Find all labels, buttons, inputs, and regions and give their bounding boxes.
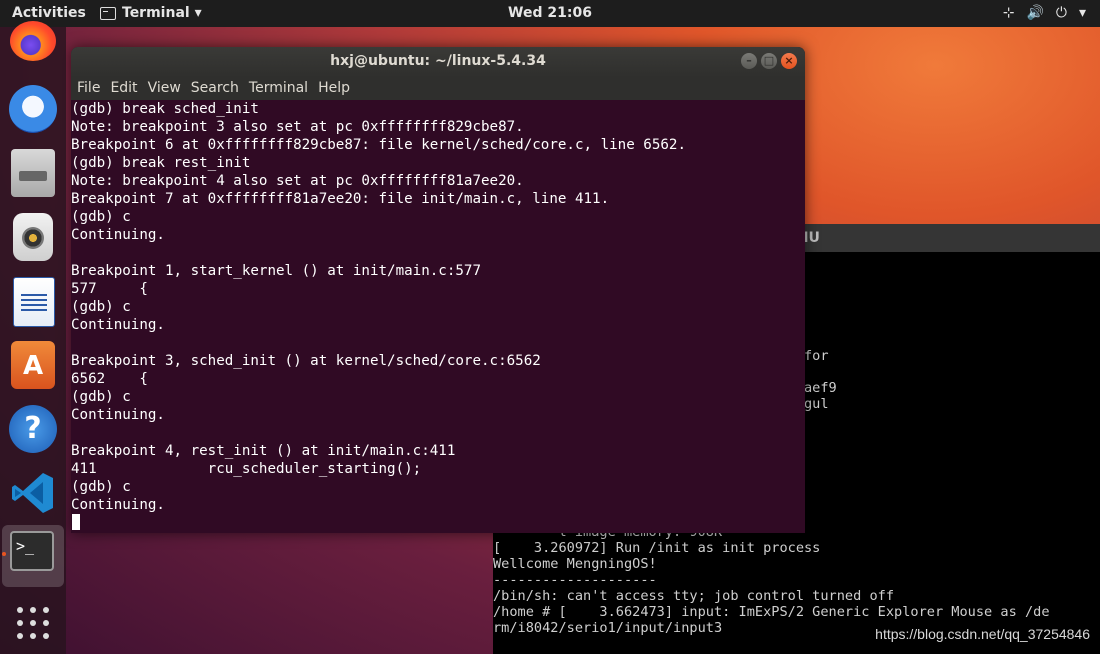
rhythmbox-icon[interactable] xyxy=(13,213,53,261)
window-title: hxj@ubuntu: ~/linux-5.4.34 xyxy=(330,53,546,69)
terminal-line: Continuing. xyxy=(71,407,165,423)
terminal-line: 6562 { xyxy=(71,371,148,387)
terminal-line: Breakpoint 6 at 0xffffffff829cbe87: file… xyxy=(71,137,686,153)
minimize-button[interactable]: – xyxy=(741,53,757,69)
menu-terminal[interactable]: Terminal xyxy=(249,77,308,100)
vscode-logo xyxy=(12,473,53,513)
maximize-button[interactable]: □ xyxy=(761,53,777,69)
terminal-menubar: File Edit View Search Terminal Help xyxy=(71,77,805,100)
terminal-line: Breakpoint 4, rest_init () at init/main.… xyxy=(71,443,456,459)
window-controls: – □ × xyxy=(741,53,797,69)
terminal-line: Breakpoint 1, start_kernel () at init/ma… xyxy=(71,263,481,279)
terminal-line: Continuing. xyxy=(71,227,165,243)
terminal-line: (gdb) c xyxy=(71,209,131,225)
terminal-line: Continuing. xyxy=(71,317,165,333)
network-icon: ⊹ xyxy=(1002,5,1015,21)
help-icon[interactable]: ? xyxy=(9,405,57,453)
top-bar: Activities Terminal ▾ Wed 21:06 ⊹ 🔊 ⏻ ▾ xyxy=(0,0,1100,27)
show-applications-icon[interactable] xyxy=(9,599,57,647)
clock[interactable]: Wed 21:06 xyxy=(0,5,1100,21)
thunderbird-icon[interactable] xyxy=(9,85,57,133)
terminal-icon[interactable]: >_ xyxy=(10,531,54,571)
menu-help[interactable]: Help xyxy=(318,77,350,100)
dock: A ? >_ xyxy=(0,21,66,654)
qemu-console-line: /bin/sh: can't access tty; job control t… xyxy=(493,588,895,604)
terminal-line: (gdb) c xyxy=(71,299,131,315)
firefox-icon[interactable] xyxy=(10,21,56,61)
watermark: https://blog.csdn.net/qq_37254846 xyxy=(875,626,1090,642)
terminal-output[interactable]: (gdb) break sched_init Note: breakpoint 3… xyxy=(71,100,805,533)
terminal-line: Continuing. xyxy=(71,497,165,513)
terminal-line: 577 { xyxy=(71,281,148,297)
menu-view[interactable]: View xyxy=(148,77,181,100)
close-button[interactable]: × xyxy=(781,53,797,69)
tray-menu-arrow-icon: ▾ xyxy=(1078,5,1086,21)
terminal-line: (gdb) break rest_init xyxy=(71,155,251,171)
vscode-icon[interactable] xyxy=(9,469,57,517)
menu-file[interactable]: File xyxy=(77,77,100,100)
menu-edit[interactable]: Edit xyxy=(110,77,137,100)
terminal-window[interactable]: hxj@ubuntu: ~/linux-5.4.34 – □ × File Edi… xyxy=(71,47,805,533)
terminal-line: Note: breakpoint 4 also set at pc 0xffff… xyxy=(71,173,524,189)
terminal-line: Note: breakpoint 3 also set at pc 0xffff… xyxy=(71,119,524,135)
terminal-line: (gdb) c xyxy=(71,479,131,495)
files-icon[interactable] xyxy=(11,149,55,197)
qemu-console-line: [ 3.260972] Run /init as init process xyxy=(493,540,821,556)
terminal-line: Breakpoint 7 at 0xffffffff81a7ee20: file… xyxy=(71,191,610,207)
running-indicator xyxy=(2,552,6,556)
volume-icon: 🔊 xyxy=(1026,5,1044,21)
power-icon: ⏻ xyxy=(1055,5,1067,21)
terminal-line: (gdb) break sched_init xyxy=(71,101,259,117)
system-tray[interactable]: ⊹ 🔊 ⏻ ▾ xyxy=(1003,5,1086,21)
qemu-console-line: /home # [ 3.662473] input: ImExPS/2 Gene… xyxy=(493,604,1050,620)
prompt-line xyxy=(71,514,805,532)
qemu-console-line: -------------------- xyxy=(493,572,657,588)
menu-search[interactable]: Search xyxy=(191,77,239,100)
terminal-line: (gdb) c xyxy=(71,389,131,405)
terminal-line: Breakpoint 3, sched_init () at kernel/sc… xyxy=(71,353,541,369)
terminal-line: 411 rcu_scheduler_starting(); xyxy=(71,461,422,477)
text-cursor xyxy=(72,514,80,530)
terminal-titlebar[interactable]: hxj@ubuntu: ~/linux-5.4.34 – □ × xyxy=(71,47,805,77)
ubuntu-software-icon[interactable]: A xyxy=(11,341,55,389)
qemu-console-line: Wellcome MengningOS! xyxy=(493,556,657,572)
libreoffice-writer-icon[interactable] xyxy=(13,277,55,327)
